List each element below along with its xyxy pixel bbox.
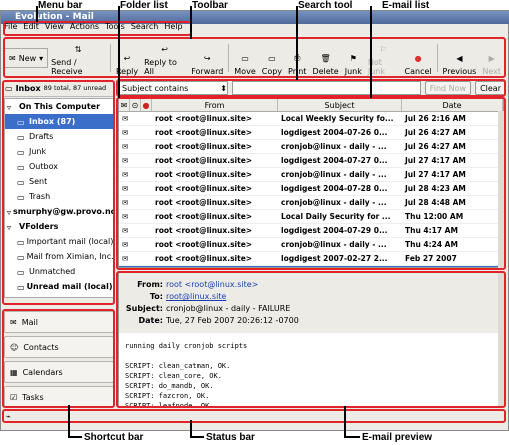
folder-list-highlight [2, 80, 115, 305]
leader-line [344, 406, 346, 438]
search-tool-highlight [116, 79, 506, 97]
email-list-highlight [116, 97, 506, 270]
callout-toolbar: Toolbar [192, 0, 228, 11]
callout-email-list: E-mail list [382, 0, 430, 11]
callout-status-bar: Status bar [206, 432, 255, 443]
status-bar-highlight [2, 409, 506, 423]
leader-line [370, 6, 372, 98]
leader-line [68, 405, 70, 438]
email-preview-highlight [116, 271, 506, 408]
callout-folder-list: Folder list [120, 0, 168, 11]
callout-search-tool: Search tool [298, 0, 353, 11]
leader-line [190, 436, 204, 438]
leader-line [344, 436, 360, 438]
callout-menu-bar: Menu bar [38, 0, 83, 11]
leader-line [190, 6, 192, 39]
callout-email-preview: E-mail preview [362, 432, 433, 443]
shortcut-bar-highlight [2, 309, 115, 408]
leader-line [68, 436, 82, 438]
leader-line [296, 6, 298, 80]
leader-line [36, 6, 38, 22]
leader-line [118, 6, 120, 98]
toolbar-highlight [3, 37, 506, 78]
callout-shortcut-bar: Shortcut bar [84, 432, 144, 443]
menu-bar-highlight [3, 21, 192, 36]
